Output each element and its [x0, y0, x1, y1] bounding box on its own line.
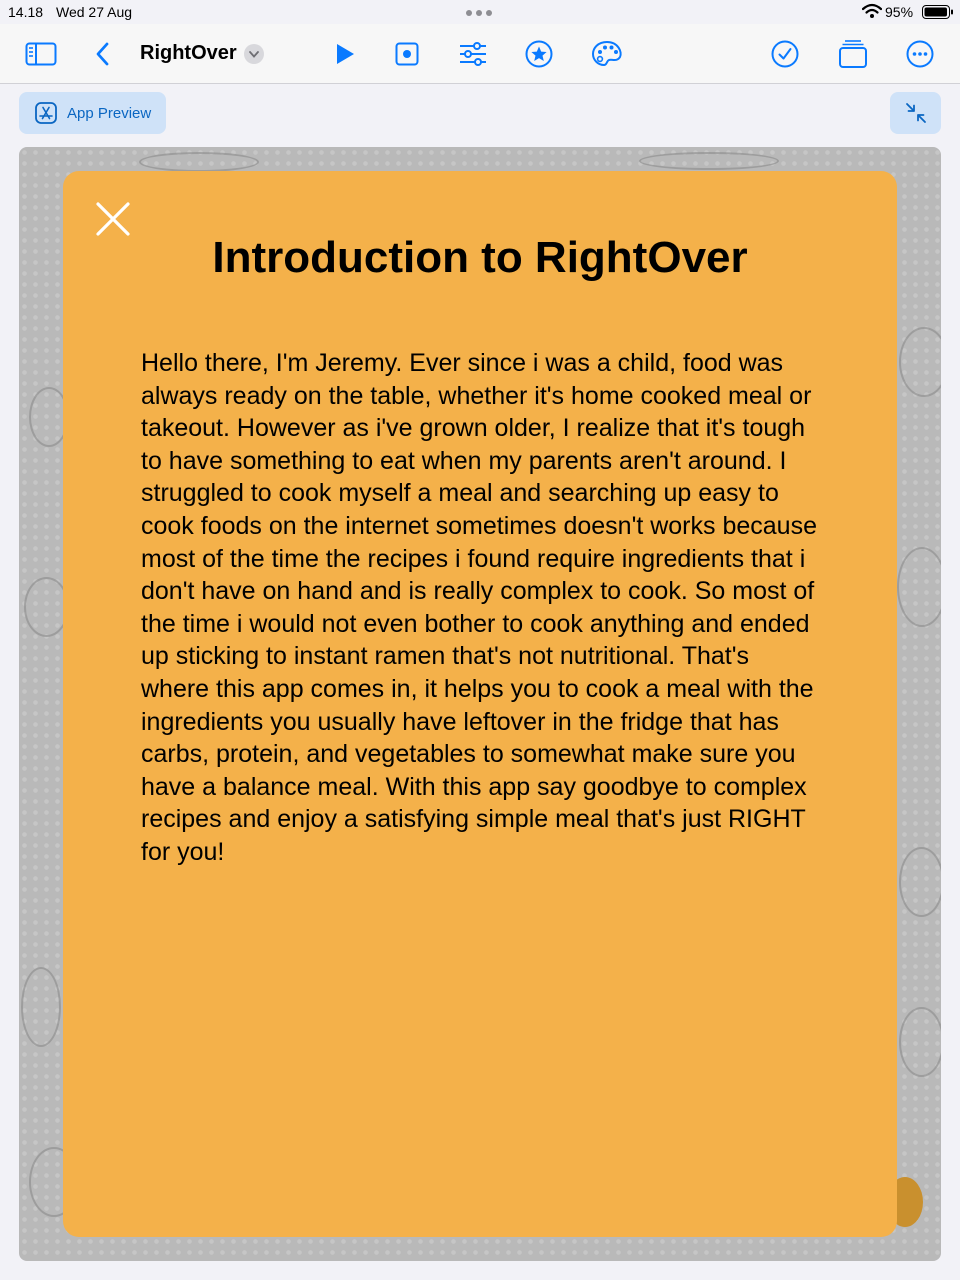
intro-card: Introduction to RightOver Hello there, I…: [63, 171, 897, 1237]
star-icon: [525, 40, 553, 68]
stop-button[interactable]: [390, 38, 424, 70]
app-preview-button[interactable]: App Preview: [19, 92, 166, 134]
stop-icon: [395, 42, 419, 66]
food-doodle: [897, 547, 941, 627]
palette-icon: [591, 40, 622, 67]
palette-button[interactable]: [590, 38, 624, 70]
document-title[interactable]: RightOver: [140, 42, 237, 65]
toolbar: RightOver: [0, 24, 960, 84]
windows-button[interactable]: [836, 38, 870, 70]
sidebar-icon: [25, 42, 57, 66]
more-button[interactable]: [903, 38, 937, 70]
sidebar-toggle-button[interactable]: [24, 38, 58, 70]
collapse-preview-button[interactable]: [890, 92, 941, 134]
food-doodle: [899, 327, 941, 397]
intro-title: Introduction to RightOver: [212, 233, 748, 282]
back-chevron-icon: [96, 42, 109, 66]
sliders-icon: [460, 42, 486, 66]
status-date: Wed 27 Aug: [56, 4, 133, 20]
status-time: 14.18: [8, 4, 44, 20]
food-doodle: [639, 152, 779, 170]
check-button[interactable]: [768, 38, 802, 70]
food-doodle: [899, 1007, 941, 1077]
wifi-icon: [862, 3, 882, 18]
back-button[interactable]: [86, 38, 120, 70]
food-doodle: [899, 847, 941, 917]
food-doodle: [139, 152, 259, 172]
status-bar: 14.18 Wed 27 Aug 95%: [0, 0, 960, 24]
more-icon: [906, 40, 934, 68]
run-button[interactable]: [328, 38, 362, 70]
settings-sliders-button[interactable]: [456, 38, 490, 70]
battery-icon: [922, 5, 953, 19]
windows-icon: [839, 40, 867, 68]
food-doodle: [21, 967, 61, 1047]
checkmark-icon: [771, 40, 799, 68]
intro-body-text: Hello there, I'm Jeremy. Ever since i wa…: [141, 349, 817, 866]
collapse-arrows-icon: [905, 103, 926, 123]
multitasking-dots-icon[interactable]: [466, 10, 492, 16]
close-icon[interactable]: [95, 201, 131, 237]
title-menu-button[interactable]: [244, 44, 264, 64]
play-icon: [337, 44, 354, 64]
app-preview-label: App Preview: [67, 104, 152, 122]
battery-percent: 95%: [885, 4, 914, 20]
favorites-button[interactable]: [522, 38, 556, 70]
app-store-icon: [35, 102, 57, 124]
title-menu-chevron-icon: [249, 50, 259, 58]
